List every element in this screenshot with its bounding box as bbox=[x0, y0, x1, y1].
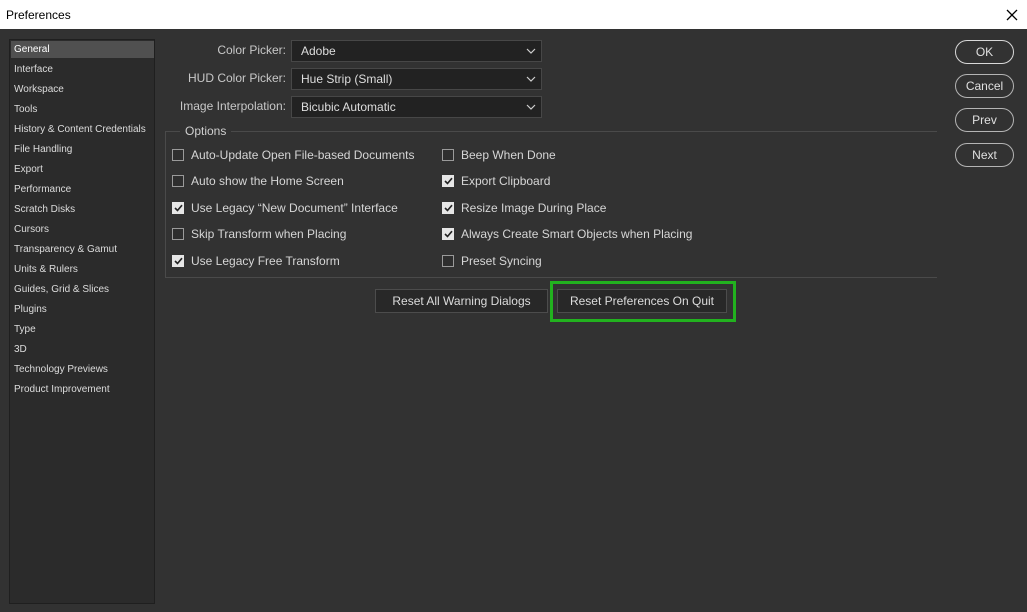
chevron-down-icon bbox=[526, 48, 536, 54]
checkbox-box[interactable] bbox=[442, 202, 454, 214]
sidebar-item-cursors[interactable]: Cursors bbox=[11, 221, 154, 238]
sidebar-item-general[interactable]: General bbox=[11, 41, 154, 58]
sidebar-item-plugins[interactable]: Plugins bbox=[11, 301, 154, 318]
checkbox-legacy-new-document[interactable]: Use Legacy “New Document” Interface bbox=[172, 200, 398, 216]
checkbox-skip-transform[interactable]: Skip Transform when Placing bbox=[172, 226, 346, 242]
chevron-down-icon bbox=[526, 104, 536, 110]
sidebar-item-interface[interactable]: Interface bbox=[11, 61, 154, 78]
checkbox-box[interactable] bbox=[442, 149, 454, 161]
sidebar-item-history[interactable]: History & Content Credentials bbox=[11, 121, 154, 138]
checkbox-label: Auto show the Home Screen bbox=[191, 174, 344, 188]
checkbox-legacy-free-transform[interactable]: Use Legacy Free Transform bbox=[172, 253, 340, 269]
checkbox-export-clipboard[interactable]: Export Clipboard bbox=[442, 173, 550, 189]
checkbox-label: Beep When Done bbox=[461, 148, 556, 162]
checkbox-label: Export Clipboard bbox=[461, 174, 551, 188]
checkbox-box[interactable] bbox=[172, 255, 184, 267]
checkbox-box[interactable] bbox=[172, 149, 184, 161]
checkbox-box[interactable] bbox=[172, 202, 184, 214]
close-button[interactable] bbox=[997, 0, 1027, 29]
checkbox-auto-update-documents[interactable]: Auto-Update Open File-based Documents bbox=[172, 147, 414, 163]
checkmark-icon bbox=[443, 177, 453, 185]
checkbox-preset-syncing[interactable]: Preset Syncing bbox=[442, 253, 542, 269]
image-interpolation-value: Bicubic Automatic bbox=[301, 100, 396, 114]
checkbox-label: Always Create Smart Objects when Placing bbox=[461, 227, 693, 241]
sidebar-item-scratch-disks[interactable]: Scratch Disks bbox=[11, 201, 154, 218]
sidebar-item-file-handling[interactable]: File Handling bbox=[11, 141, 154, 158]
checkbox-resize-image-place[interactable]: Resize Image During Place bbox=[442, 200, 606, 216]
hud-color-picker-value: Hue Strip (Small) bbox=[301, 72, 393, 86]
options-title: Options bbox=[180, 124, 232, 138]
checkmark-icon bbox=[443, 230, 453, 238]
checkbox-label: Use Legacy “New Document” Interface bbox=[191, 201, 398, 215]
sidebar: General Interface Workspace Tools Histor… bbox=[9, 39, 155, 604]
sidebar-item-3d[interactable]: 3D bbox=[11, 341, 154, 358]
prev-button[interactable]: Prev bbox=[955, 108, 1014, 132]
checkbox-beep-when-done[interactable]: Beep When Done bbox=[442, 147, 556, 163]
sidebar-item-type[interactable]: Type bbox=[11, 321, 154, 338]
sidebar-item-workspace[interactable]: Workspace bbox=[11, 81, 154, 98]
window-title: Preferences bbox=[6, 7, 71, 22]
sidebar-item-tools[interactable]: Tools bbox=[11, 101, 154, 118]
color-picker-label: Color Picker: bbox=[217, 43, 286, 57]
cancel-button[interactable]: Cancel bbox=[955, 74, 1014, 98]
reset-warning-dialogs-button[interactable]: Reset All Warning Dialogs bbox=[375, 289, 548, 313]
image-interpolation-select[interactable]: Bicubic Automatic bbox=[291, 96, 542, 118]
checkbox-smart-objects[interactable]: Always Create Smart Objects when Placing bbox=[442, 226, 692, 242]
next-button[interactable]: Next bbox=[955, 143, 1014, 167]
checkbox-label: Skip Transform when Placing bbox=[191, 227, 347, 241]
hud-color-picker-label: HUD Color Picker: bbox=[187, 71, 286, 85]
checkbox-label: Use Legacy Free Transform bbox=[191, 254, 340, 268]
checkbox-label: Resize Image During Place bbox=[461, 201, 607, 215]
hud-color-picker-select[interactable]: Hue Strip (Small) bbox=[291, 68, 542, 90]
title-bar: Preferences bbox=[0, 0, 1027, 29]
sidebar-item-units-rulers[interactable]: Units & Rulers bbox=[11, 261, 154, 278]
sidebar-item-product-improvement[interactable]: Product Improvement bbox=[11, 381, 154, 398]
ok-button[interactable]: OK bbox=[955, 40, 1014, 64]
close-icon bbox=[1006, 9, 1018, 20]
sidebar-item-transparency[interactable]: Transparency & Gamut bbox=[11, 241, 154, 258]
checkbox-box[interactable] bbox=[442, 255, 454, 267]
checkmark-icon bbox=[443, 204, 453, 212]
checkbox-box[interactable] bbox=[172, 175, 184, 187]
color-picker-select[interactable]: Adobe bbox=[291, 40, 542, 62]
checkbox-box[interactable] bbox=[442, 228, 454, 240]
checkbox-auto-show-home[interactable]: Auto show the Home Screen bbox=[172, 173, 344, 189]
reset-preferences-on-quit-button[interactable]: Reset Preferences On Quit bbox=[557, 289, 727, 313]
sidebar-item-export[interactable]: Export bbox=[11, 161, 154, 178]
sidebar-item-guides[interactable]: Guides, Grid & Slices bbox=[11, 281, 154, 298]
checkmark-icon bbox=[173, 257, 183, 265]
image-interpolation-label: Image Interpolation: bbox=[179, 99, 286, 113]
checkbox-label: Auto-Update Open File-based Documents bbox=[191, 148, 415, 162]
checkbox-box[interactable] bbox=[442, 175, 454, 187]
color-picker-value: Adobe bbox=[301, 44, 336, 58]
checkbox-label: Preset Syncing bbox=[461, 254, 542, 268]
chevron-down-icon bbox=[526, 76, 536, 82]
checkmark-icon bbox=[173, 204, 183, 212]
sidebar-item-technology-previews[interactable]: Technology Previews bbox=[11, 361, 154, 378]
checkbox-box[interactable] bbox=[172, 228, 184, 240]
sidebar-item-performance[interactable]: Performance bbox=[11, 181, 154, 198]
